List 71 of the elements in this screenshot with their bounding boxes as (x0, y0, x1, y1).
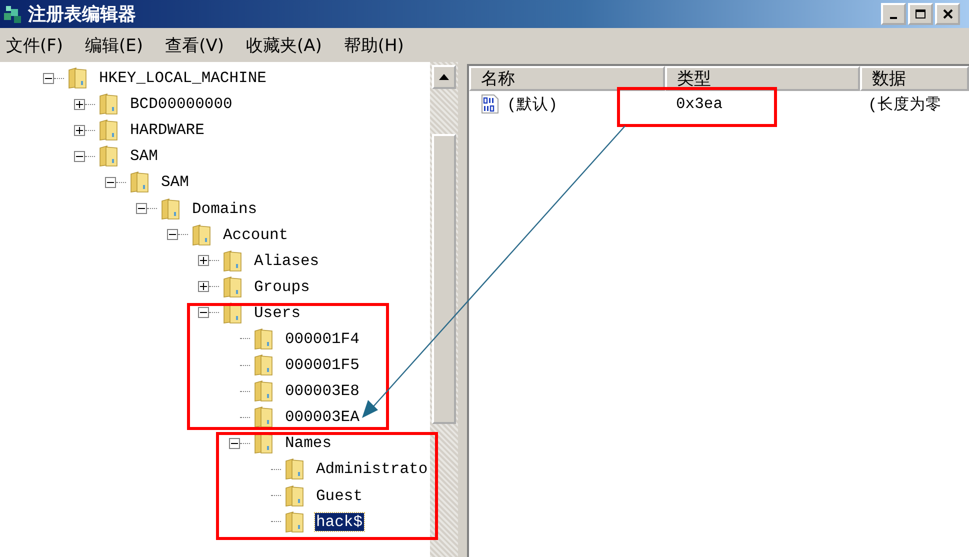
menu-item[interactable]: 查看(V) (165, 34, 224, 56)
scroll-thumb[interactable] (432, 134, 456, 424)
menu-item[interactable]: 收藏夹(A) (246, 34, 322, 56)
folder-icon (223, 302, 243, 324)
value-type: 0x3ea (675, 95, 724, 113)
tree-item[interactable]: 000001F4 (284, 330, 360, 348)
menu-item[interactable]: 帮助(H) (344, 34, 404, 56)
folder-icon (254, 328, 274, 350)
tree-item[interactable]: Account (222, 226, 290, 244)
column-header[interactable]: 数据 (860, 66, 969, 91)
collapse-icon[interactable] (167, 229, 178, 240)
tree-item[interactable]: Users (253, 304, 302, 322)
scrollbar[interactable] (430, 62, 458, 557)
close-icon (942, 9, 952, 19)
folder-icon (99, 145, 119, 168)
tree-item[interactable]: SAM (129, 147, 159, 166)
scroll-up-button[interactable] (432, 65, 456, 89)
tree-item[interactable]: HKEY_LOCAL_MACHINE (98, 69, 268, 88)
binary-value-icon (481, 94, 499, 114)
tree-item[interactable]: SAM (160, 173, 190, 192)
column-header[interactable]: 名称 (469, 66, 665, 91)
expand-icon[interactable] (74, 98, 85, 110)
window-title: 注册表编辑器 (28, 3, 136, 26)
up-arrow-icon (439, 74, 449, 80)
folder-icon (68, 67, 88, 90)
value-name[interactable]: (默认) (507, 94, 558, 114)
folder-icon (285, 484, 305, 507)
folder-icon (254, 380, 274, 402)
tree-item[interactable]: Guest (315, 486, 364, 505)
collapse-icon[interactable] (74, 150, 85, 162)
value-data: (长度为零 (867, 94, 942, 114)
close-button[interactable] (935, 3, 960, 25)
maximize-button[interactable] (908, 3, 933, 25)
folder-icon (161, 198, 181, 220)
folder-icon (254, 406, 274, 428)
tree-item[interactable]: Aliases (253, 252, 320, 270)
folder-icon (254, 354, 274, 376)
tree-item[interactable]: 000003EA (284, 408, 360, 426)
collapse-icon[interactable] (229, 438, 240, 449)
minimize-button[interactable] (881, 3, 906, 25)
tree-item[interactable]: Groups (253, 278, 311, 296)
column-header[interactable]: 类型 (665, 66, 860, 91)
folder-icon (192, 224, 212, 246)
expand-icon[interactable] (198, 255, 209, 266)
folder-icon (285, 458, 305, 480)
folder-icon (285, 510, 305, 533)
cubes-icon (2, 3, 24, 25)
folder-icon (223, 276, 243, 298)
menu-item[interactable]: 编辑(E) (85, 34, 144, 56)
collapse-icon[interactable] (136, 203, 147, 214)
folder-icon (99, 93, 119, 116)
folder-icon (130, 171, 150, 194)
expand-icon[interactable] (74, 124, 85, 136)
folder-icon (223, 250, 243, 272)
minimize-icon (890, 17, 897, 19)
tree-item[interactable]: 000001F5 (284, 356, 360, 374)
collapse-icon[interactable] (105, 176, 116, 188)
folder-icon (99, 119, 119, 142)
menu-item[interactable]: 文件(F) (6, 34, 64, 56)
tree-item[interactable]: Names (284, 434, 333, 452)
expand-icon[interactable] (198, 281, 209, 292)
tree-item[interactable]: 000003E8 (284, 382, 360, 400)
tree-item[interactable]: hack$ (315, 512, 364, 531)
collapse-icon[interactable] (198, 307, 209, 318)
tree-item[interactable]: Domains (191, 200, 258, 218)
tree-item[interactable]: Administrato (315, 460, 429, 478)
tree-item[interactable]: BCD00000000 (129, 95, 234, 114)
collapse-icon[interactable] (43, 72, 54, 84)
folder-icon (254, 432, 274, 454)
tree-item[interactable]: HARDWARE (129, 121, 206, 140)
maximize-icon (915, 9, 926, 19)
